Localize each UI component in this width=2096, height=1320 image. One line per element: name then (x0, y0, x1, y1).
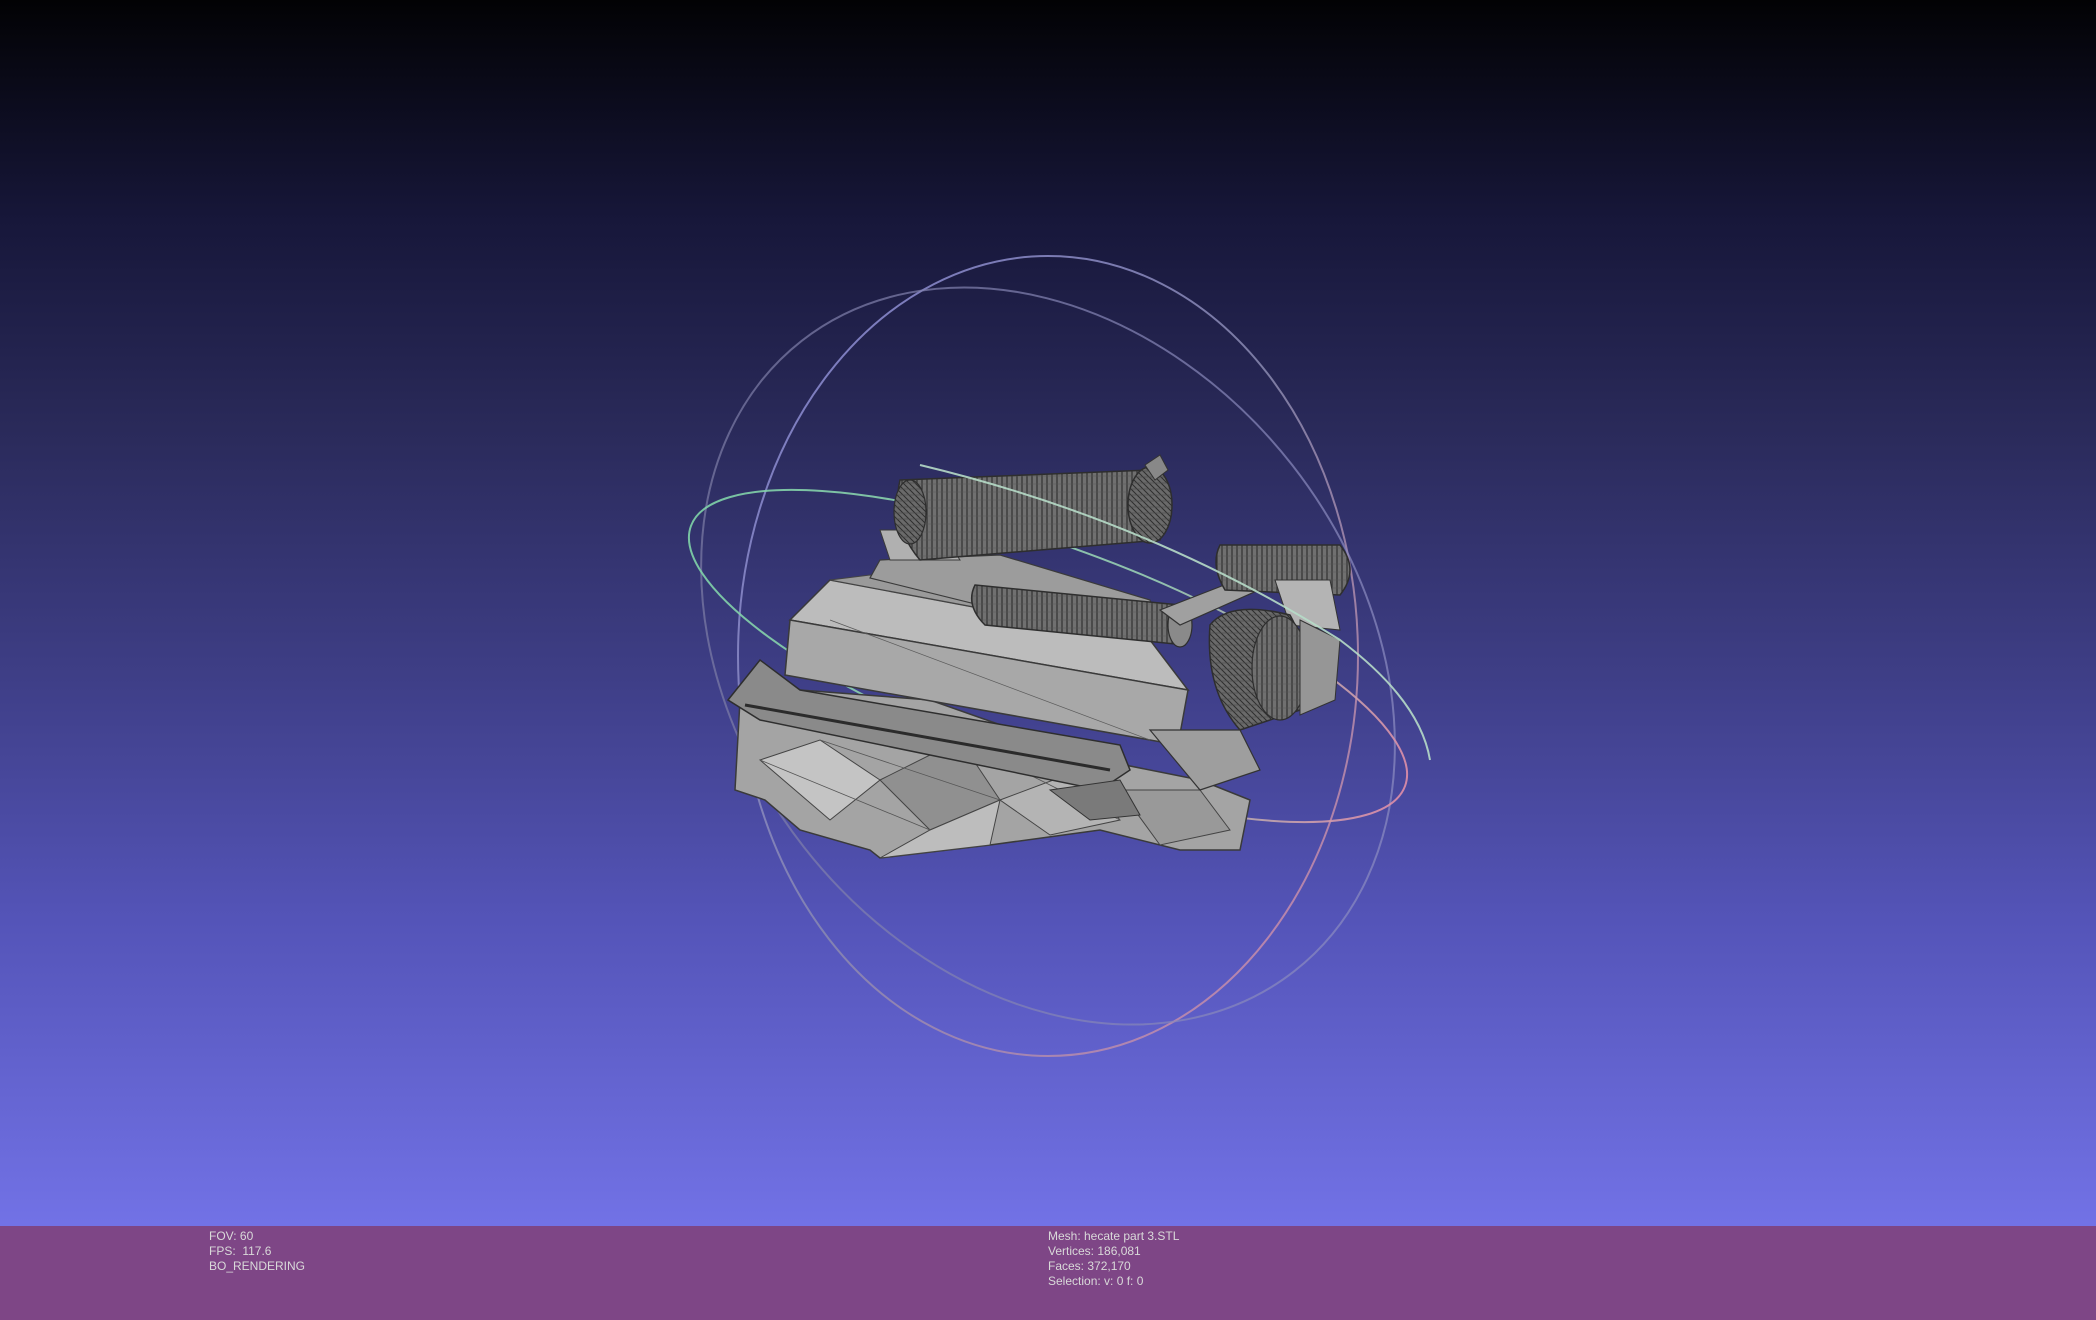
fps-readout: FPS: 117.6 (209, 1244, 272, 1258)
mesh-info-panel: Mesh: hecate part 3.STL Vertices: 186,08… (1048, 1229, 1179, 1289)
faces-readout: Faces: 372,170 (1048, 1259, 1131, 1273)
mesh-model[interactable] (726, 454, 1351, 859)
fov-readout: FOV: 60 (209, 1229, 254, 1243)
vertices-readout: Vertices: 186,081 (1048, 1244, 1141, 1258)
mesh-top-cylinder[interactable] (893, 454, 1173, 561)
3d-viewport[interactable] (0, 0, 2096, 1226)
mesh-name-readout: Mesh: hecate part 3.STL (1048, 1229, 1180, 1243)
scene-canvas[interactable] (0, 0, 2096, 1226)
meshlab-window: FOV: 60 FPS: 117.6 BO_RENDERING Mesh: he… (0, 0, 2096, 1320)
render-mode-readout: BO_RENDERING (209, 1259, 306, 1273)
render-info-panel: FOV: 60 FPS: 117.6 BO_RENDERING (209, 1229, 305, 1274)
status-info-bar: FOV: 60 FPS: 117.6 BO_RENDERING Mesh: he… (0, 1226, 2096, 1320)
selection-readout: Selection: v: 0 f: 0 (1048, 1274, 1144, 1288)
